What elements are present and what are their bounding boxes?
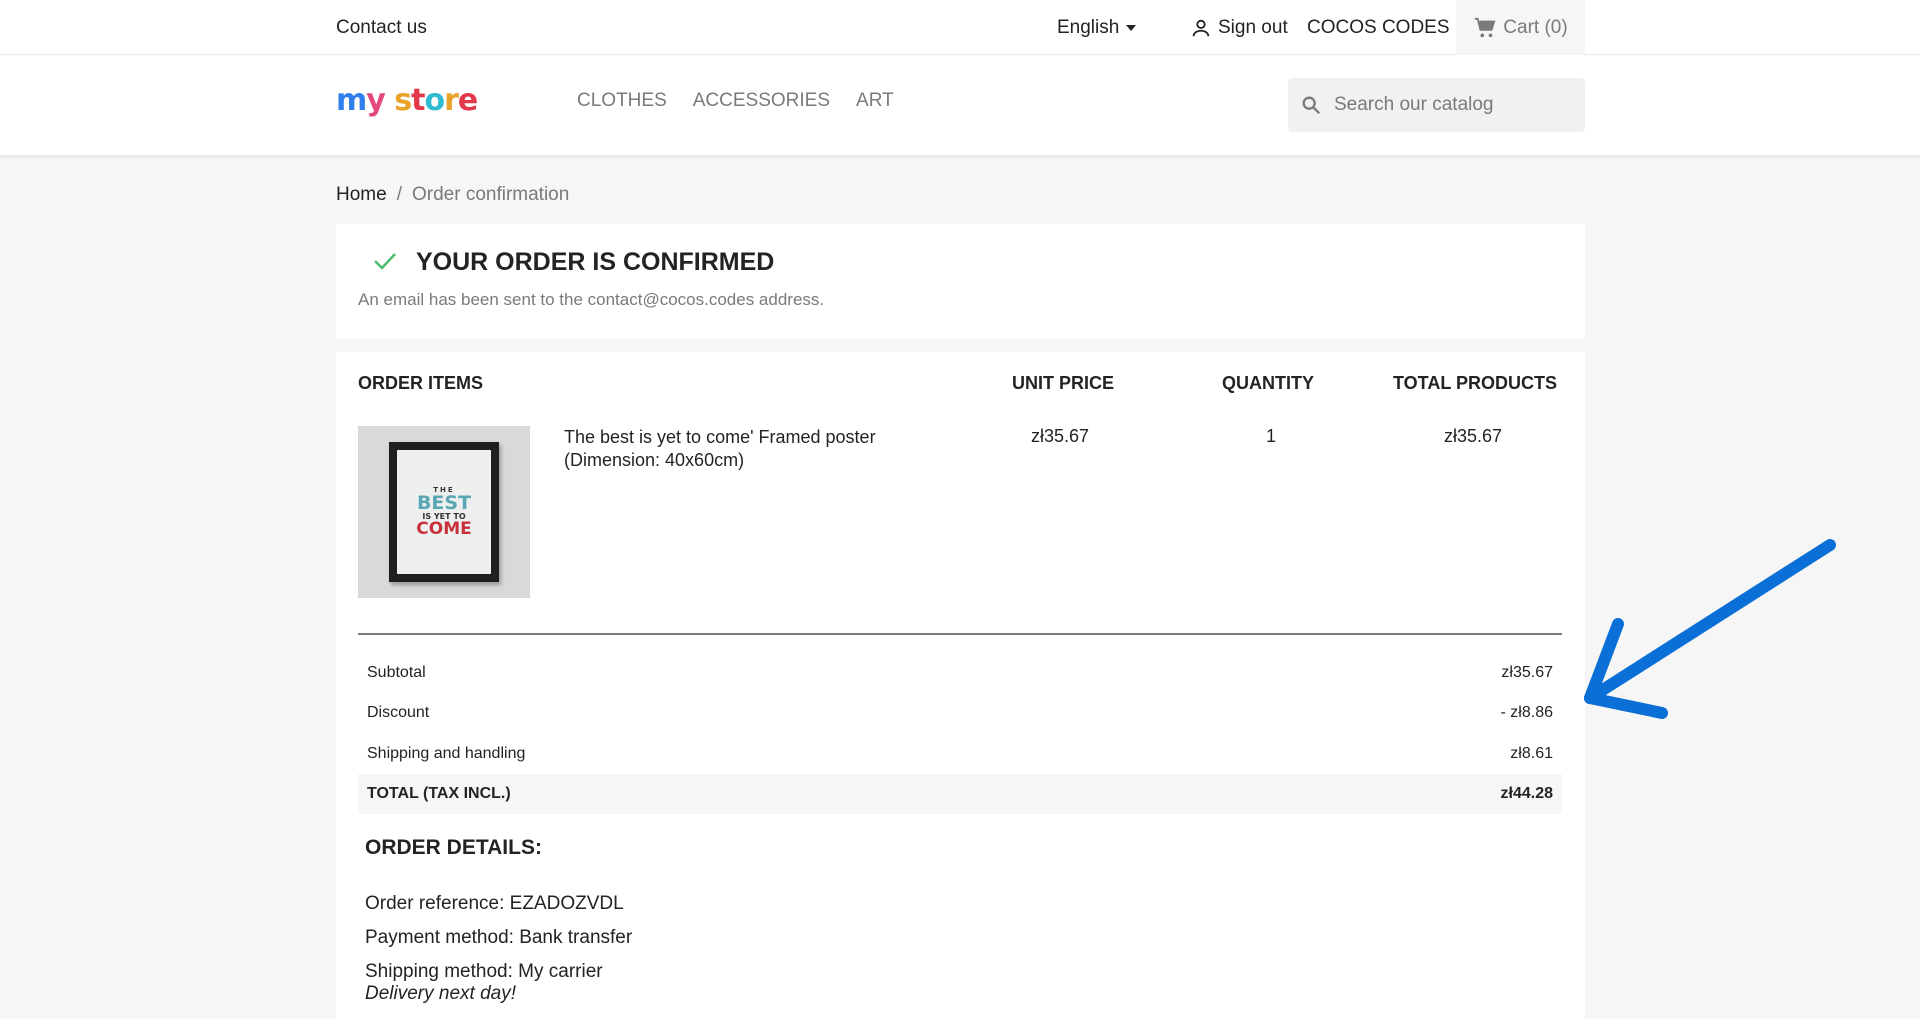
breadcrumb-separator: /	[396, 184, 402, 205]
language-label: English	[1057, 17, 1120, 38]
header-order-items: ORDER ITEMS	[358, 373, 484, 393]
contact-us-link[interactable]: Contact us	[336, 17, 427, 39]
product-name-line1: The best is yet to come' Framed poster	[564, 427, 876, 447]
header-unit-price: UNIT PRICE	[1012, 373, 1115, 393]
confirmation-card: YOUR ORDER IS CONFIRMED An email has bee…	[336, 224, 1585, 339]
delivery-note: Delivery next day!	[365, 983, 517, 1004]
breadcrumb: Home / Order confirmation	[336, 184, 569, 206]
nav-art[interactable]: ART	[856, 90, 894, 112]
sign-out-link[interactable]: Sign out	[1190, 17, 1288, 39]
discount-label: Discount	[367, 704, 430, 721]
summary-divider	[358, 633, 1562, 635]
poster-frame: THE BEST IS YET TO COME	[389, 442, 499, 582]
search-input[interactable]	[1334, 94, 1554, 116]
sign-out-label: Sign out	[1218, 17, 1288, 38]
main-nav: CLOTHES ACCESSORIES ART	[577, 90, 894, 112]
product-quantity: 1	[1266, 426, 1277, 446]
breadcrumb-home[interactable]: Home	[336, 184, 387, 206]
language-selector[interactable]: English	[1057, 17, 1137, 39]
caret-down-icon	[1126, 25, 1137, 31]
cart-button[interactable]: Cart (0)	[1456, 0, 1585, 55]
product-name-line2: (Dimension: 40x60cm)	[564, 450, 745, 470]
total-label: TOTAL (TAX INCL.)	[367, 785, 511, 802]
payment-method: Payment method: Bank transfer	[365, 927, 633, 948]
confirmation-message: An email has been sent to the contact@co…	[358, 290, 825, 309]
order-reference: Order reference: EZADOZVDL	[365, 893, 624, 914]
confirmation-title: YOUR ORDER IS CONFIRMED	[416, 248, 775, 276]
user-icon	[1192, 19, 1210, 37]
subtotal-label: Subtotal	[367, 664, 426, 681]
search-box	[1288, 78, 1585, 132]
subtotal-row: Subtotal zł35.67	[358, 653, 1562, 693]
poster-text-come: COME	[416, 518, 472, 539]
discount-value: - zł8.86	[1500, 704, 1553, 721]
breadcrumb-current: Order confirmation	[411, 184, 570, 205]
store-logo[interactable]: my store	[336, 83, 478, 118]
shipping-method: Shipping method: My carrier	[365, 961, 603, 982]
poster-text-best: BEST	[416, 491, 472, 514]
shipping-row: Shipping and handling zł8.61	[358, 734, 1562, 774]
shipping-label: Shipping and handling	[367, 745, 526, 762]
check-icon	[374, 253, 396, 270]
annotation-arrow-icon	[1584, 539, 1836, 719]
header-quantity: QUANTITY	[1222, 373, 1314, 393]
top-bar: Contact us English Sign out COCOS CODES …	[0, 0, 1920, 55]
product-name: The best is yet to come' Framed poster (…	[564, 426, 876, 472]
order-card: ORDER ITEMS UNIT PRICE QUANTITY TOTAL PR…	[336, 352, 1585, 1019]
shipping-value: zł8.61	[1510, 745, 1553, 762]
total-value: zł44.28	[1500, 785, 1553, 802]
cart-icon	[1475, 17, 1496, 37]
product-unit-price: zł35.67	[1031, 426, 1090, 446]
nav-clothes[interactable]: CLOTHES	[577, 90, 667, 112]
discount-row: Discount - zł8.86	[358, 693, 1562, 733]
product-total: zł35.67	[1444, 426, 1503, 446]
header-total-products: TOTAL PRODUCTS	[1393, 373, 1558, 393]
cart-label: Cart (0)	[1503, 16, 1568, 38]
subtotal-value: zł35.67	[1501, 664, 1553, 681]
account-link[interactable]: COCOS CODES	[1307, 17, 1450, 39]
order-details-title: ORDER DETAILS:	[365, 836, 542, 859]
poster-artwork: THE BEST IS YET TO COME	[397, 450, 491, 574]
total-row: TOTAL (TAX INCL.) zł44.28	[358, 774, 1562, 814]
site-header: my store CLOTHES ACCESSORIES ART	[0, 55, 1920, 155]
product-image: THE BEST IS YET TO COME	[358, 426, 530, 598]
nav-accessories[interactable]: ACCESSORIES	[693, 90, 830, 112]
search-icon[interactable]	[1300, 94, 1322, 116]
